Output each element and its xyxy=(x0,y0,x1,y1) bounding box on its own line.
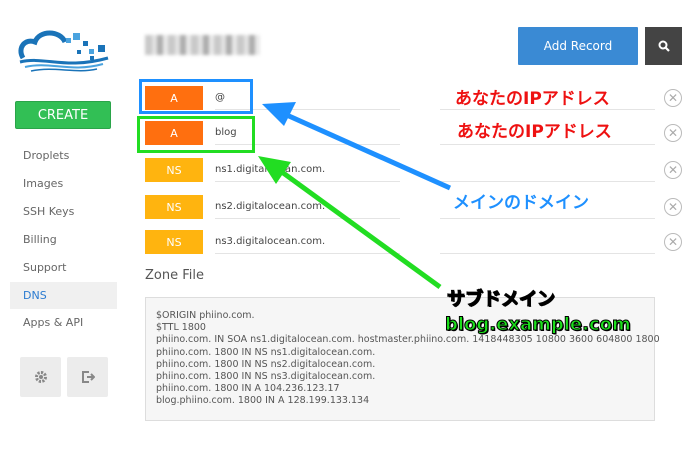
annotation-subdomain: サブドメイン xyxy=(447,289,556,311)
annotation-ip-2: あなたのIPアドレス xyxy=(457,122,612,142)
green-arrow xyxy=(273,164,442,290)
blue-arrow xyxy=(278,109,452,191)
green-arrowhead xyxy=(258,156,291,184)
annotation-main-domain: メインのドメイン xyxy=(453,193,589,213)
annotation-subdomain-example: blog.example.com xyxy=(445,314,632,336)
blue-arrowhead xyxy=(262,102,296,126)
annotation-ip-1: あなたのIPアドレス xyxy=(455,89,610,109)
annotation-arrows xyxy=(258,102,452,290)
